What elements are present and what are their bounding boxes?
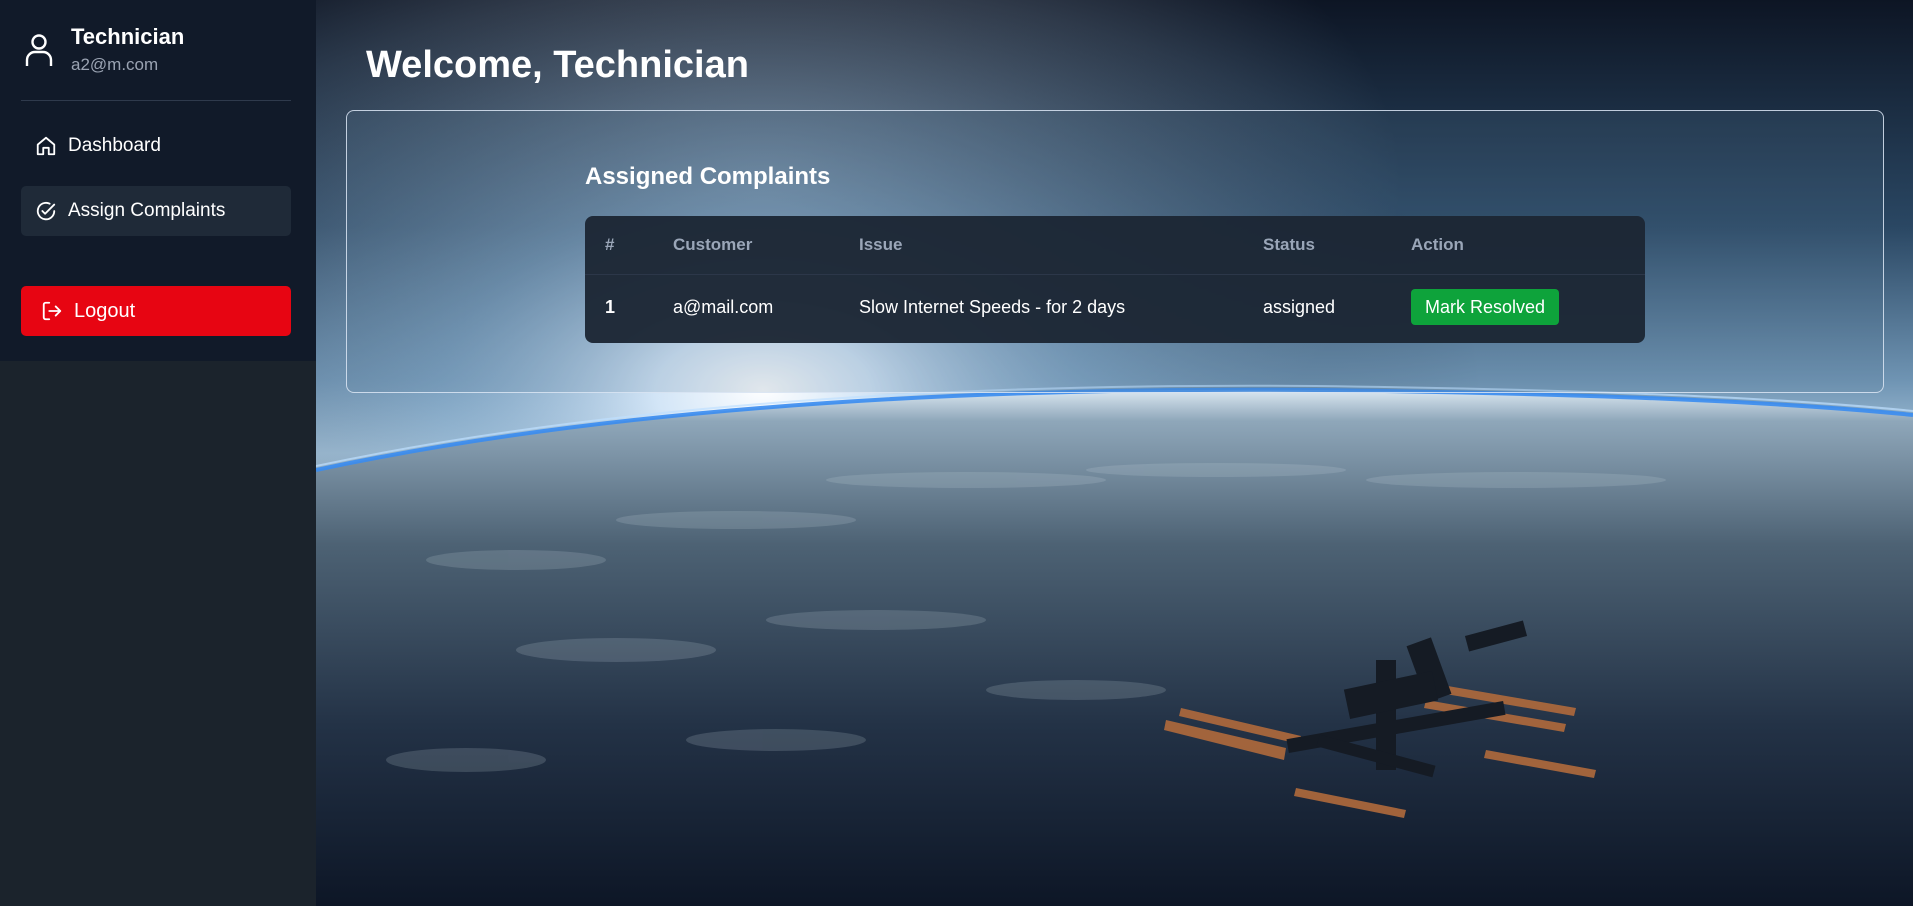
sidebar-divider bbox=[21, 100, 291, 101]
check-circle-icon bbox=[36, 201, 56, 221]
sidebar-item-label: Assign Complaints bbox=[68, 200, 226, 221]
row-status: assigned bbox=[1263, 296, 1336, 317]
row-customer: a@mail.com bbox=[673, 296, 774, 317]
mark-resolved-button[interactable]: Mark Resolved bbox=[1411, 289, 1560, 326]
row-number: 1 bbox=[605, 296, 616, 317]
home-icon bbox=[36, 136, 56, 156]
sidebar-item-label: Dashboard bbox=[68, 135, 161, 156]
table-header-row: # Customer Issue Status Action bbox=[585, 216, 1645, 275]
sidebar: Technician a2@m.com Dashboard Assign Com… bbox=[0, 0, 316, 906]
sidebar-item-assign-complaints[interactable]: Assign Complaints bbox=[21, 186, 291, 236]
row-issue: Slow Internet Speeds - for 2 days bbox=[859, 296, 1126, 317]
column-header-customer: Customer bbox=[653, 216, 839, 275]
user-icon bbox=[25, 34, 53, 66]
main-content: Welcome, Technician Assigned Complaints … bbox=[316, 0, 1913, 906]
sidebar-header-area: Technician a2@m.com Dashboard Assign Com… bbox=[0, 0, 316, 361]
column-header-status: Status bbox=[1243, 216, 1391, 275]
sidebar-item-dashboard[interactable]: Dashboard bbox=[21, 121, 291, 171]
user-name: Technician bbox=[71, 24, 185, 49]
row-action-cell: Mark Resolved bbox=[1391, 274, 1645, 340]
logout-button[interactable]: Logout bbox=[21, 286, 291, 336]
logout-label: Logout bbox=[74, 299, 136, 322]
complaints-table: # Customer Issue Status Action 1 a@mail.… bbox=[585, 216, 1645, 340]
assigned-complaints-panel: Assigned Complaints # Customer Issue Sta… bbox=[346, 110, 1884, 393]
section-title: Assigned Complaints bbox=[585, 163, 831, 190]
logout-icon bbox=[42, 301, 62, 321]
page-title: Welcome, Technician bbox=[366, 44, 749, 86]
column-header-action: Action bbox=[1391, 216, 1645, 275]
user-email: a2@m.com bbox=[71, 55, 159, 74]
table-row: 1 a@mail.com Slow Internet Speeds - for … bbox=[585, 274, 1645, 340]
complaints-table-card: # Customer Issue Status Action 1 a@mail.… bbox=[585, 216, 1645, 343]
column-header-issue: Issue bbox=[839, 216, 1243, 275]
column-header-number: # bbox=[585, 216, 653, 275]
user-profile: Technician a2@m.com bbox=[21, 22, 291, 78]
